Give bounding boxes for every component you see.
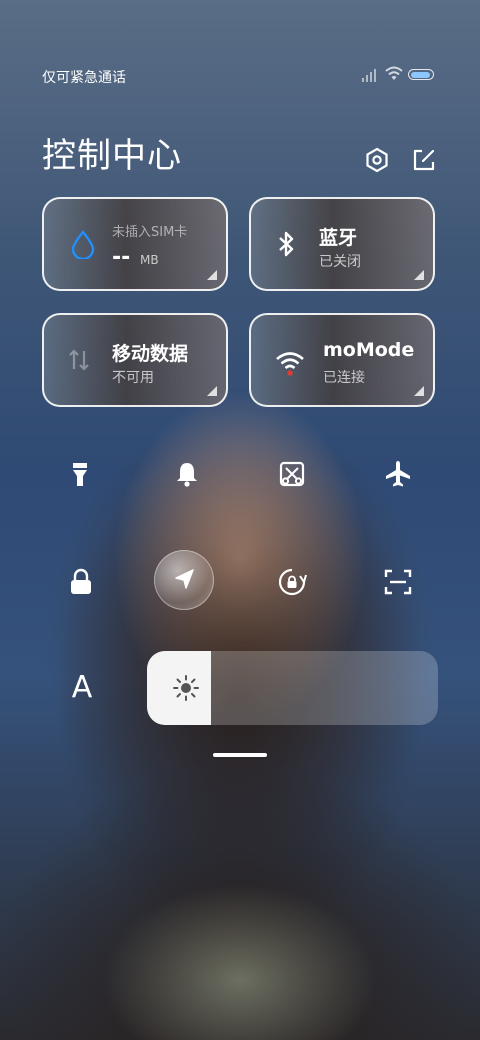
location-icon — [175, 569, 194, 589]
wallpaper-dress — [70, 860, 410, 1040]
wifi-status: 已连接 — [323, 370, 365, 386]
page-title: 控制中心 — [42, 136, 182, 176]
bluetooth-label: 蓝牙 — [319, 227, 358, 249]
airplane-icon — [386, 461, 410, 487]
status-bar: 仅可紧急通话 — [0, 62, 480, 90]
bluetooth-icon — [279, 231, 294, 257]
lock-icon — [71, 568, 91, 594]
tile-expand-corner-icon — [414, 270, 424, 280]
mobile-data-icon — [69, 349, 89, 371]
flashlight-icon — [73, 463, 87, 486]
tile-expand-corner-icon — [207, 270, 217, 280]
wifi-network-name: moMode — [323, 339, 415, 361]
data-usage-value: -- — [112, 245, 131, 270]
screenshot-toggle[interactable] — [264, 446, 320, 502]
scanner-icon — [384, 569, 412, 595]
mobile-data-status: 不可用 — [112, 370, 154, 386]
lock-screen-toggle[interactable] — [53, 554, 109, 610]
data-usage-unit: MB — [140, 253, 159, 267]
battery-icon — [408, 69, 434, 80]
bluetooth-tile[interactable]: 蓝牙 已关闭 — [249, 197, 435, 291]
flashlight-toggle[interactable] — [52, 446, 108, 502]
sim-status-text: 未插入SIM卡 — [112, 225, 188, 240]
scanner-toggle[interactable] — [370, 554, 426, 610]
cellular-signal-icon — [362, 68, 380, 82]
screenshot-icon — [279, 461, 305, 487]
mobile-data-tile[interactable]: 移动数据 不可用 — [42, 313, 228, 407]
wifi-icon — [276, 352, 304, 376]
mobile-data-label: 移动数据 — [112, 343, 189, 365]
rotation-lock-toggle[interactable] — [264, 554, 320, 610]
brightness-sun-icon — [173, 675, 199, 701]
wifi-icon — [385, 66, 403, 80]
font-size-button[interactable]: A — [62, 668, 102, 708]
tile-expand-corner-icon — [414, 386, 424, 396]
rotation-lock-icon — [278, 568, 307, 596]
data-usage-tile[interactable]: 未插入SIM卡 -- MB — [42, 197, 228, 291]
edit-icon[interactable] — [410, 146, 438, 174]
wifi-tile[interactable]: moMode 已连接 — [249, 313, 435, 407]
ringer-toggle[interactable] — [159, 446, 215, 502]
brightness-slider[interactable] — [147, 651, 438, 725]
bluetooth-status: 已关闭 — [319, 254, 361, 270]
location-toggle[interactable] — [154, 550, 214, 610]
carrier-text: 仅可紧急通话 — [42, 70, 126, 86]
water-drop-icon — [71, 230, 95, 259]
settings-hexagon-icon[interactable] — [363, 146, 391, 174]
close-handle[interactable] — [213, 753, 267, 757]
tile-expand-corner-icon — [207, 386, 217, 396]
airplane-mode-toggle[interactable] — [370, 446, 426, 502]
bell-icon — [177, 463, 197, 487]
